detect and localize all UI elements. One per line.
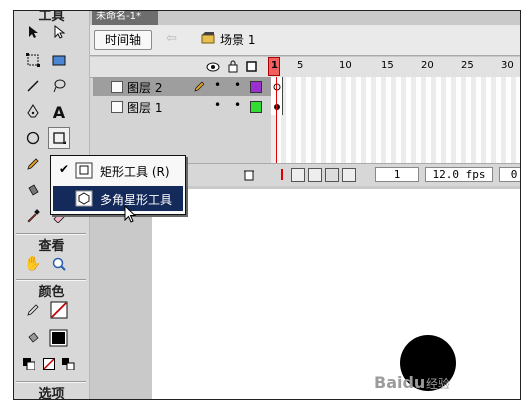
timeline-toggle-button[interactable]: 时间轴 [94,30,152,50]
colors-section-title: 颜色 [38,285,65,300]
lock-dot[interactable]: • [234,98,241,112]
layer-color-swatch[interactable] [250,101,262,113]
timeline-header: 1 5 10 15 20 25 30 [90,57,520,78]
layer-row-1[interactable]: 图层 1 • • [93,97,271,116]
lock-dot[interactable]: • [234,78,241,92]
frame-number: 1 [271,60,278,71]
visibility-dot[interactable]: • [214,78,221,92]
layer-color-swatch[interactable] [250,81,262,93]
baidu-watermark: Baidu [374,373,426,392]
delete-layer-icon[interactable] [243,168,255,181]
elapsed-time-field: 0 [499,167,520,182]
oval-tool-icon[interactable] [22,127,44,149]
rectangle-tool-menu-item[interactable]: ✔ 矩形工具 (R) [53,158,183,183]
edit-bar: 时间轴 ⇦ 场景 1 [90,25,520,56]
menu-item-label: 矩形工具 (R) [100,165,170,179]
back-arrow-icon[interactable]: ⇦ [166,31,177,46]
layer-name: 图层 1 [127,101,163,115]
view-section-title: 查看 [38,239,65,254]
frame-rate-field[interactable]: 12.0 fps [425,167,493,182]
hand-tool-icon[interactable]: ✋ [22,253,44,275]
watermark-suffix: 经验 [426,377,451,391]
frame-number: 5 [297,60,304,71]
no-color-icon[interactable] [38,353,60,375]
rectangle-icon [75,162,93,179]
current-frame-field: 1 [375,167,419,182]
onion-outline-icon[interactable] [308,168,322,182]
eye-icon[interactable] [206,62,220,72]
lasso-icon[interactable] [48,75,70,97]
fill-color-swatch[interactable] [48,327,70,349]
pencil-edit-icon [194,81,204,92]
frame-grid[interactable] [271,77,520,163]
free-transform-icon[interactable] [22,49,44,71]
outline-icon[interactable] [246,61,257,72]
onion-skin-icon[interactable] [291,168,305,182]
subselection-arrow-icon[interactable] [48,21,70,43]
eyedropper-icon[interactable] [22,205,44,227]
options-section-title: 选项 [38,387,65,400]
fill-bucket-icon [22,327,44,349]
keyframe-icon [274,104,280,110]
scene-icon [201,32,215,44]
pen-tool-icon[interactable] [22,101,44,123]
lock-icon[interactable] [228,60,238,73]
app-window: 工具 A 查看 ✋ 颜色 选项 未命名-1* 时间轴 ⇦ 场景 1 1 5 10… [13,10,521,400]
polystar-tool-menu-item[interactable]: 多角星形工具 [53,186,183,211]
gradient-transform-icon[interactable] [48,49,70,71]
modify-markers-icon[interactable] [342,168,356,182]
swap-colors-icon[interactable] [58,353,80,375]
frame-number: 15 [381,60,394,71]
center-frame-icon[interactable] [276,168,288,181]
frame-number: 20 [421,60,434,71]
line-tool-icon[interactable] [22,75,44,97]
rectangle-tool-icon[interactable] [48,127,70,149]
layer-name: 图层 2 [127,81,163,95]
frame-number: 10 [339,60,352,71]
layer-row-2[interactable]: 图层 2 • • [93,77,271,96]
mouse-cursor-icon [124,205,137,223]
layer-icon [111,81,123,93]
edit-multiple-frames-icon[interactable] [325,168,339,182]
stroke-pencil-icon [22,299,44,321]
stroke-color-swatch[interactable] [48,299,70,321]
text-tool-icon[interactable]: A [48,101,70,123]
playhead-line [276,77,277,163]
default-colors-icon[interactable] [18,353,40,375]
zoom-tool-icon[interactable] [48,253,70,275]
pencil-tool-icon[interactable] [22,153,44,175]
frame-number: 30 [501,60,514,71]
stage-canvas[interactable]: Baidu 经验 [152,189,520,399]
frame-number: 25 [461,60,474,71]
scene-label[interactable]: 场景 1 [220,31,255,48]
shape-tool-flyout: ✔ 矩形工具 (R) 多角星形工具 [50,155,186,215]
document-tab[interactable]: 未命名-1* [92,11,158,25]
checkmark-icon: ✔ [59,162,70,176]
polystar-icon [75,190,93,207]
ink-bottle-icon[interactable] [22,179,44,201]
selection-arrow-icon[interactable] [22,21,44,43]
empty-keyframe-icon [273,83,281,91]
visibility-dot[interactable]: • [214,98,221,112]
layer-icon [111,101,123,113]
